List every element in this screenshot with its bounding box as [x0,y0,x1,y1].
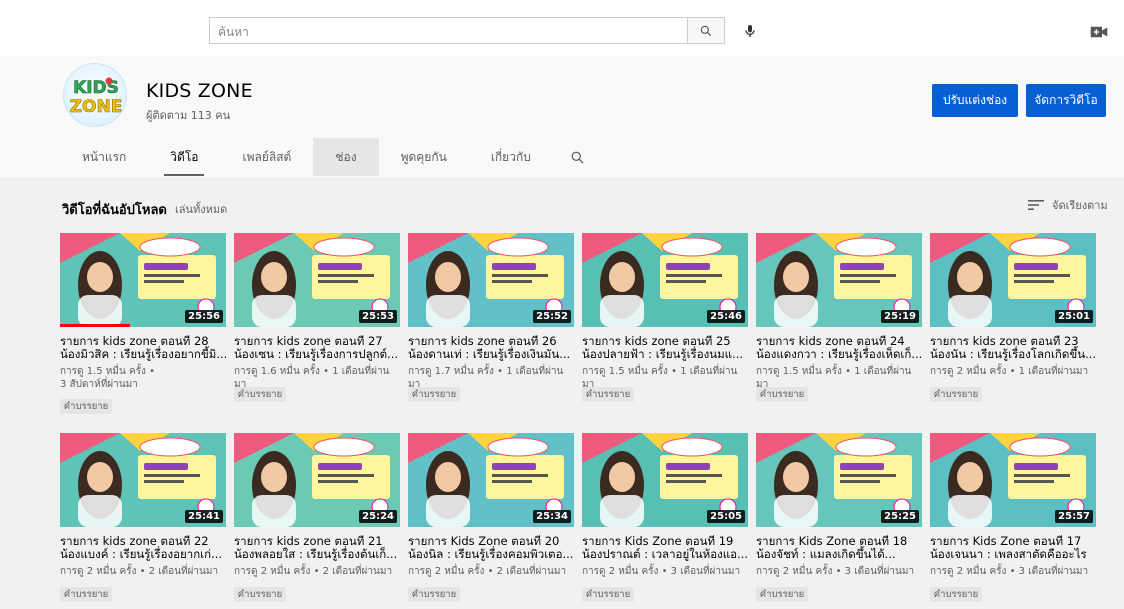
video-title[interactable]: รายการ Kids Zone ตอนที่ 17 น้องเจนนา : เ… [930,535,1100,561]
video-title[interactable]: รายการ kids zone ตอนที่ 22 น้องแบงค์ : เ… [60,535,230,561]
video-age: 3 สัปดาห์ที่ผ่านมา [60,379,138,390]
captions-badge: คำบรรยาย [930,387,982,402]
video-duration: 25:41 [185,510,223,523]
video-meta: การดู 2 หมื่น ครั้ง • 3 เดือนที่ผ่านมา [930,565,1096,578]
video-views-age: การดู 2 หมื่น ครั้ง • 3 เดือนที่ผ่านมา [582,566,741,577]
video-title[interactable]: รายการ kids zone ตอนที่ 25 น้องปลายฟ้า :… [582,335,752,361]
video-meta: การดู 2 หมื่น ครั้ง • 2 เดือนที่ผ่านมา [234,565,400,578]
create-video-button[interactable] [1089,22,1109,42]
sort-label: จัดเรียงตาม [1052,199,1108,212]
svg-text:ZONE: ZONE [70,97,123,117]
video-title[interactable]: รายการ kids zone ตอนที่ 28 น้องมิวสิค : … [60,335,230,361]
tab-about[interactable]: เกี่ยวกับ [469,138,553,176]
video-title[interactable]: รายการ kids zone ตอนที่ 24 น้องแดงกวา : … [756,335,926,361]
channel-tabs: หน้าแรก วิดีโอ เพลย์ลิสต์ ช่อง พูดคุยกัน… [60,138,603,176]
tab-discussion[interactable]: พูดคุยกัน [379,138,469,176]
video-thumbnail[interactable]: 25:41 [60,433,226,527]
video-meta: การดู 1.5 หมื่น ครั้ง • 3 สัปดาห์ที่ผ่านม… [60,365,226,391]
voice-search-button[interactable] [738,19,762,43]
video-thumbnail[interactable]: 25:34 [408,433,574,527]
channel-name: KIDS ZONE [146,80,253,102]
captions-badge: คำบรรยาย [408,387,460,402]
captions-badge: คำบรรยาย [756,587,808,602]
video-title[interactable]: รายการ Kids Zone ตอนที่ 18 น้องจัชท์ : แ… [756,535,926,561]
video-title[interactable]: รายการ kids zone ตอนที่ 26 น้องดานเท่ : … [408,335,578,361]
video-duration: 25:24 [359,510,397,523]
tab-playlists[interactable]: เพลย์ลิสต์ [220,138,313,176]
video-meta: การดู 2 หมื่น ครั้ง • 2 เดือนที่ผ่านมา [408,565,574,578]
search-input[interactable]: ค้นหา [209,17,687,44]
video-views-age: การดู 1.5 หมื่น ครั้ง • [60,366,156,377]
video-thumbnail[interactable]: 25:52 [408,233,574,327]
video-thumbnail[interactable]: 25:46 [582,233,748,327]
search-icon [571,151,584,164]
video-meta: การดู 2 หมื่น ครั้ง • 2 เดือนที่ผ่านมา [60,565,226,578]
customize-channel-button[interactable]: ปรับแต่งช่อง [932,84,1018,117]
search-icon [700,25,712,36]
manage-videos-button[interactable]: จัดการวิดีโอ [1026,84,1106,117]
video-duration: 25:53 [359,310,397,323]
search-button[interactable] [687,17,725,44]
video-views-age: การดู 2 หมื่น ครั้ง • 1 เดือนที่ผ่านมา [930,366,1089,377]
sort-icon [1028,200,1044,210]
video-views-age: การดู 2 หมื่น ครั้ง • 3 เดือนที่ผ่านมา [930,566,1089,577]
video-title[interactable]: รายการ kids zone ตอนที่ 27 น้องเซน : เรี… [234,335,404,361]
play-all-link[interactable]: เล่นทั้งหมด [175,200,227,218]
video-thumbnail[interactable]: 25:19 [756,233,922,327]
video-views-age: การดู 2 หมื่น ครั้ง • 2 เดือนที่ผ่านมา [234,566,393,577]
video-thumbnail[interactable]: 25:24 [234,433,400,527]
video-thumbnail[interactable]: 25:01 [930,233,1096,327]
channel-search-button[interactable] [553,138,603,176]
video-thumbnail[interactable]: 25:53 [234,233,400,327]
video-meta: การดู 2 หมื่น ครั้ง • 1 เดือนที่ผ่านมา [930,365,1096,378]
video-duration: 25:25 [881,510,919,523]
video-duration: 25:46 [707,310,745,323]
top-bar: ค้นหา [0,0,1124,56]
captions-badge: คำบรรยาย [234,587,286,602]
subscriber-count: ผู้ติดตาม 113 คน [146,109,231,122]
videos-section: วิดีโอที่ฉันอัปโหลด เล่นทั้งหมด จัดเรียง… [0,177,1124,609]
video-thumbnail[interactable]: 25:57 [930,433,1096,527]
video-camera-plus-icon [1090,26,1108,38]
video-duration: 25:56 [185,310,223,323]
tab-home[interactable]: หน้าแรก [60,138,148,176]
channel-avatar[interactable]: KIDS ZONE [63,63,127,127]
video-title[interactable]: รายการ kids zone ตอนที่ 23 น้องนัน : เรี… [930,335,1100,361]
captions-badge: คำบรรยาย [582,587,634,602]
channel-header: KIDS ZONE KIDS ZONE ผู้ติดตาม 113 คน ปรั… [0,56,1124,177]
video-thumbnail[interactable]: 25:56 [60,233,226,327]
tab-videos[interactable]: วิดีโอ [148,138,220,176]
video-views-age: การดู 2 หมื่น ครั้ง • 2 เดือนที่ผ่านมา [408,566,567,577]
sort-button[interactable]: จัดเรียงตาม [1028,196,1108,214]
captions-badge: คำบรรยาย [582,387,634,402]
video-duration: 25:57 [1055,510,1093,523]
captions-badge: คำบรรยาย [930,587,982,602]
captions-badge: คำบรรยาย [234,387,286,402]
watch-progress-bar [60,324,130,327]
video-meta: การดู 2 หมื่น ครั้ง • 3 เดือนที่ผ่านมา [756,565,922,578]
section-title: วิดีโอที่ฉันอัปโหลด [62,203,167,218]
video-title[interactable]: รายการ Kids Zone ตอนที่ 20 น้องนิล : เรี… [408,535,578,561]
video-thumbnail[interactable]: 25:05 [582,433,748,527]
video-duration: 25:34 [533,510,571,523]
captions-badge: คำบรรยาย [756,387,808,402]
video-duration: 25:01 [1055,310,1093,323]
tab-channels[interactable]: ช่อง [313,138,379,176]
video-title[interactable]: รายการ kids zone ตอนที่ 21 น้องพลอยใส : … [234,535,404,561]
video-duration: 25:05 [707,510,745,523]
captions-badge: คำบรรยาย [408,587,460,602]
captions-badge: คำบรรยาย [60,399,112,414]
video-views-age: การดู 2 หมื่น ครั้ง • 3 เดือนที่ผ่านมา [756,566,915,577]
video-title[interactable]: รายการ Kids Zone ตอนที่ 19 น้องปราณต์ : … [582,535,752,561]
captions-badge: คำบรรยาย [60,587,112,602]
microphone-icon [745,25,755,37]
video-views-age: การดู 2 หมื่น ครั้ง • 2 เดือนที่ผ่านมา [60,566,219,577]
video-duration: 25:19 [881,310,919,323]
video-thumbnail[interactable]: 25:25 [756,433,922,527]
channel-logo: KIDS ZONE [69,77,123,117]
video-meta: การดู 2 หมื่น ครั้ง • 3 เดือนที่ผ่านมา [582,565,748,578]
video-duration: 25:52 [533,310,571,323]
